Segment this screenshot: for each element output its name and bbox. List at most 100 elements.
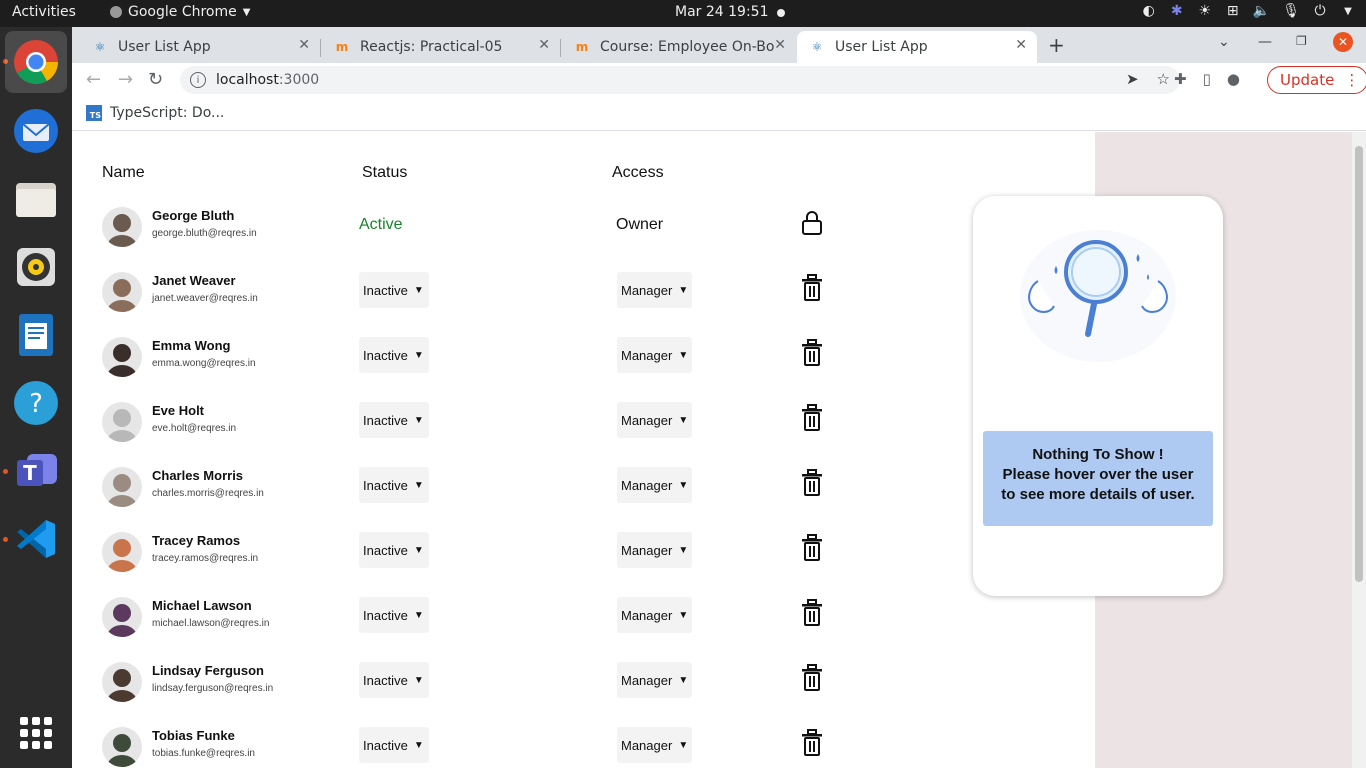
tab-course-onboarding[interactable]: m Course: Employee On-Boa ✕: [562, 31, 796, 63]
svg-text:T: T: [23, 461, 37, 485]
table-row[interactable]: Tracey Ramos tracey.ramos@reqres.in Inacti…: [72, 522, 972, 587]
brightness-icon[interactable]: ☀: [1197, 3, 1213, 19]
app-menu[interactable]: Google Chrome ▼: [110, 4, 250, 20]
trash-icon[interactable]: [800, 729, 824, 757]
chevron-down-icon: ▼: [413, 349, 424, 361]
tab-title: User List App: [835, 39, 928, 55]
chrome-icon: [110, 6, 122, 18]
more-menu-icon[interactable]: ⋮: [1344, 71, 1359, 89]
forward-button[interactable]: →: [118, 69, 133, 90]
user-email: tracey.ramos@reqres.in: [152, 553, 259, 564]
system-top-bar: Activities Google Chrome ▼ Mar 24 19:51 …: [0, 0, 1366, 27]
bookmark-typescript[interactable]: TS TypeScript: Do...: [86, 105, 224, 121]
info-icon[interactable]: i: [190, 72, 206, 88]
tab-search-icon[interactable]: ⌄: [1218, 34, 1230, 50]
access-select-value: Manager: [621, 282, 673, 298]
back-button[interactable]: ←: [86, 69, 101, 90]
status-select[interactable]: Inactive ▼: [359, 467, 429, 503]
user-email: michael.lawson@reqres.in: [152, 618, 270, 629]
table-row[interactable]: Lindsay Ferguson lindsay.ferguson@reqres.…: [72, 652, 972, 717]
access-select-value: Manager: [621, 672, 673, 688]
avatar: [102, 207, 142, 247]
dock-thunderbird[interactable]: [12, 107, 60, 155]
tab-user-list-app[interactable]: ⚛ User List App ✕: [80, 31, 320, 63]
system-tray[interactable]: ◐ ✱ ☀ ⊞ 🔈 🎙 ⏻ ▼: [1141, 3, 1356, 19]
clock[interactable]: Mar 24 19:51: [675, 4, 768, 20]
star-icon[interactable]: ☆: [1157, 70, 1170, 88]
status-select[interactable]: Inactive ▼: [359, 727, 429, 763]
night-light-icon[interactable]: ◐: [1141, 3, 1157, 19]
dock-libreoffice-writer[interactable]: [12, 311, 60, 359]
status-select[interactable]: Inactive ▼: [359, 597, 429, 633]
trash-icon[interactable]: [800, 339, 824, 367]
dock-files[interactable]: [12, 175, 60, 223]
dock-chrome[interactable]: [5, 31, 67, 93]
access-select[interactable]: Manager ▼: [617, 402, 692, 438]
status-select[interactable]: Inactive ▼: [359, 532, 429, 568]
access-select[interactable]: Manager ▼: [617, 727, 692, 763]
trash-icon[interactable]: [800, 274, 824, 302]
new-tab-button[interactable]: +: [1048, 33, 1065, 57]
user-name: Janet Weaver: [152, 273, 236, 288]
rhythmbox-icon: [17, 248, 55, 286]
tab-title: User List App: [118, 39, 211, 55]
table-row[interactable]: Janet Weaver janet.weaver@reqres.in Inacti…: [72, 262, 972, 327]
scrollbar-thumb[interactable]: [1355, 146, 1363, 582]
address-bar[interactable]: i localhost:3000 ➤ ☆: [180, 66, 1180, 94]
access-select[interactable]: Manager ▼: [617, 272, 692, 308]
access-select[interactable]: Manager ▼: [617, 662, 692, 698]
network-icon[interactable]: ⊞: [1225, 3, 1241, 19]
status-select[interactable]: Inactive ▼: [359, 337, 429, 373]
trash-icon[interactable]: [800, 404, 824, 432]
table-row[interactable]: Charles Morris charles.morris@reqres.in In…: [72, 457, 972, 522]
table-row[interactable]: Eve Holt eve.holt@reqres.in Inactive ▼ Manag…: [72, 392, 972, 457]
user-name: Tracey Ramos: [152, 533, 241, 548]
chevron-down-icon[interactable]: ▼: [1340, 6, 1356, 17]
page-scrollbar[interactable]: [1352, 132, 1366, 768]
status-select[interactable]: Inactive ▼: [359, 272, 429, 308]
table-row[interactable]: George Bluth george.bluth@reqres.in Active…: [72, 197, 972, 262]
update-button[interactable]: Update ⋮: [1267, 66, 1366, 94]
dock-rhythmbox[interactable]: [12, 243, 60, 291]
toolbar-actions: ✚ ▯ ●: [1174, 70, 1240, 88]
power-icon[interactable]: ⏻: [1312, 3, 1328, 19]
close-icon[interactable]: ✕: [538, 37, 550, 53]
user-name: George Bluth: [152, 208, 235, 223]
status-select[interactable]: Inactive ▼: [359, 662, 429, 698]
dock-teams[interactable]: T: [12, 447, 60, 495]
window-close-button[interactable]: ✕: [1333, 32, 1353, 52]
activities-button[interactable]: Activities: [12, 4, 76, 20]
microphone-icon[interactable]: 🎙: [1282, 3, 1300, 19]
extensions-icon[interactable]: ✚: [1174, 70, 1187, 88]
dock-help[interactable]: ?: [12, 379, 60, 427]
send-icon[interactable]: ➤: [1126, 70, 1139, 88]
dock-vscode[interactable]: [12, 515, 60, 563]
table-row[interactable]: Tobias Funke tobias.funke@reqres.in Inacti…: [72, 717, 972, 768]
trash-icon[interactable]: [800, 469, 824, 497]
status-select[interactable]: Inactive ▼: [359, 402, 429, 438]
close-icon[interactable]: ✕: [1015, 37, 1027, 53]
access-select[interactable]: Manager ▼: [617, 337, 692, 373]
profile-icon[interactable]: ●: [1227, 70, 1240, 88]
access-select[interactable]: Manager ▼: [617, 597, 692, 633]
tab-user-list-app-active[interactable]: ⚛ User List App ✕: [797, 31, 1037, 63]
trash-icon[interactable]: [800, 534, 824, 562]
minimize-button[interactable]: —: [1258, 34, 1272, 50]
volume-icon[interactable]: 🔈: [1253, 3, 1270, 19]
side-panel-icon[interactable]: ▯: [1203, 70, 1211, 88]
close-icon[interactable]: ✕: [774, 37, 786, 53]
tab-reactjs-practical[interactable]: m Reactjs: Practical-05 ✕: [322, 31, 560, 63]
teams-tray-icon[interactable]: ✱: [1169, 3, 1185, 19]
show-applications-icon[interactable]: [20, 717, 52, 749]
table-row[interactable]: Emma Wong emma.wong@reqres.in Inactive ▼ Man…: [72, 327, 972, 392]
close-icon[interactable]: ✕: [298, 37, 310, 53]
access-select[interactable]: Manager ▼: [617, 467, 692, 503]
moodle-icon: m: [335, 40, 349, 54]
trash-icon[interactable]: [800, 664, 824, 692]
restore-button[interactable]: ❐: [1296, 34, 1307, 48]
trash-icon[interactable]: [800, 599, 824, 627]
table-row[interactable]: Michael Lawson michael.lawson@reqres.in In…: [72, 587, 972, 652]
access-select[interactable]: Manager ▼: [617, 532, 692, 568]
reload-button[interactable]: ↻: [148, 69, 163, 90]
omnibox-actions: ➤ ☆: [1126, 70, 1170, 88]
